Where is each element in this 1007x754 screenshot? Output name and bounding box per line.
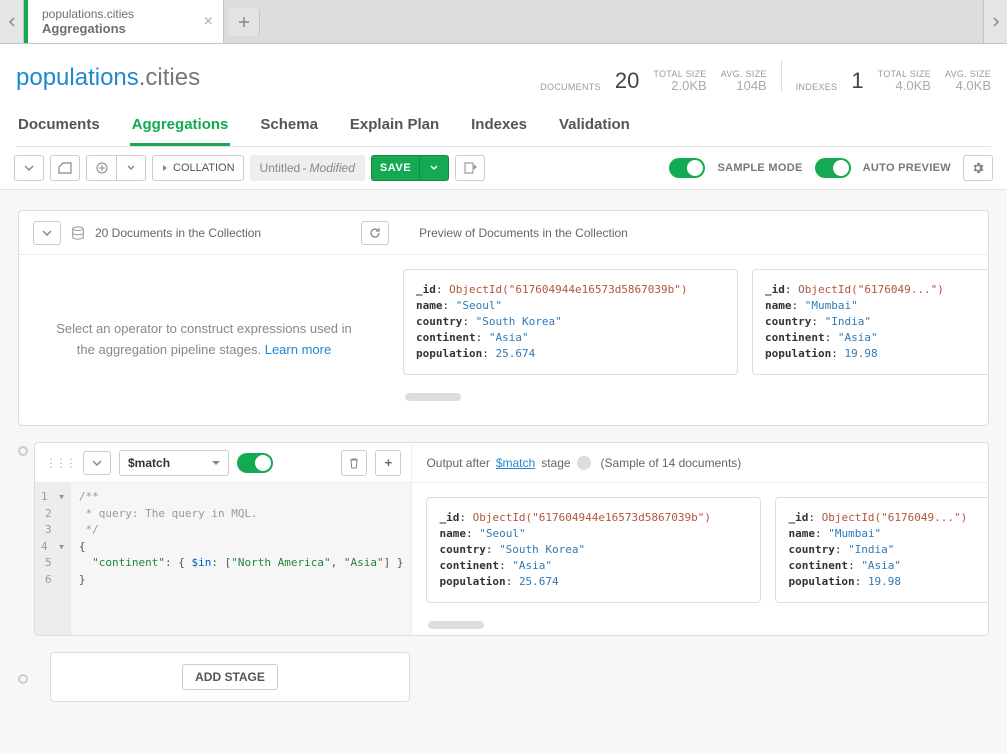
new-pipeline-menu[interactable] — [116, 155, 146, 181]
tab-namespace: populations.cities — [42, 7, 134, 21]
document-card: _id: ObjectId("6176049...") name: "Mumba… — [775, 497, 989, 603]
tab-aggregations[interactable]: Aggregations — [130, 110, 231, 146]
close-icon[interactable]: × — [204, 13, 213, 31]
horizontal-scrollbar[interactable] — [428, 621, 484, 629]
new-pipeline-button[interactable] — [86, 155, 116, 181]
source-preview-row: _id: ObjectId("617604944e16573d5867039b"… — [389, 255, 988, 425]
document-card: _id: ObjectId("617604944e16573d5867039b"… — [403, 269, 738, 375]
pipeline-stage: ⋮⋮⋮ $match + 1 ▾ — [34, 442, 989, 636]
delete-stage-button[interactable] — [341, 450, 367, 476]
preview-label: Preview of Documents in the Collection — [419, 226, 628, 240]
toggle-sidebar-button[interactable] — [14, 155, 44, 181]
save-group: SAVE — [371, 155, 449, 181]
stage-operator-select[interactable]: $match — [119, 450, 229, 476]
collation-button[interactable]: COLLATION — [152, 155, 244, 181]
tab-scroll-right[interactable] — [983, 0, 1007, 43]
stage-operator-link[interactable]: $match — [496, 456, 535, 470]
stat-indexes: INDEXES — [796, 82, 838, 92]
collapse-source-button[interactable] — [33, 221, 61, 245]
add-stage-button[interactable]: ADD STAGE — [182, 664, 278, 690]
settings-button[interactable] — [963, 155, 993, 181]
collapse-stage-button[interactable] — [83, 451, 111, 475]
stat-total-size: TOTAL SIZE 2.0KB — [653, 69, 706, 92]
stage-rail — [18, 670, 28, 684]
save-menu-button[interactable] — [419, 155, 449, 181]
save-button[interactable]: SAVE — [371, 155, 419, 181]
stat-avg-size: AVG. SIZE 104B — [721, 69, 767, 92]
add-stage-panel: ADD STAGE — [50, 652, 410, 702]
document-card: _id: ObjectId("6176049...") name: "Mumba… — [752, 269, 988, 375]
stage-rail — [18, 442, 28, 636]
horizontal-scrollbar[interactable] — [405, 393, 461, 401]
database-icon — [71, 226, 85, 240]
open-pipeline-button[interactable] — [50, 155, 80, 181]
stage-editor[interactable]: 1 ▾ 2 3 4 ▾ 5 6 /** * query: The query i… — [35, 483, 411, 635]
new-pipeline-group — [86, 155, 146, 181]
tab-explain-plan[interactable]: Explain Plan — [348, 110, 441, 146]
stat-idx-avg-size: AVG. SIZE 4.0KB — [945, 69, 991, 92]
stage-enabled-toggle[interactable] — [237, 453, 273, 473]
source-documents-card: 20 Documents in the Collection Preview o… — [18, 210, 989, 426]
stat-indexes-value: 1 — [851, 70, 863, 92]
tab-schema[interactable]: Schema — [258, 110, 320, 146]
trash-icon — [348, 457, 360, 469]
stat-documents-value: 20 — [615, 70, 639, 92]
auto-preview-label: AUTO PREVIEW — [863, 162, 951, 174]
drag-handle[interactable]: ⋮⋮⋮ — [45, 456, 75, 470]
tab-documents[interactable]: Documents — [16, 110, 102, 146]
export-button[interactable] — [455, 155, 485, 181]
new-tab-button[interactable] — [228, 8, 260, 36]
pipeline-name: Untitled- Modified — [250, 155, 365, 181]
stage-output-header: Output after $match stage (Sample of 14 … — [412, 443, 989, 483]
tab-section: Aggregations — [42, 21, 134, 37]
stage-output-row: _id: ObjectId("617604944e16573d5867039b"… — [412, 483, 989, 635]
tab-active[interactable]: populations.cities Aggregations × — [24, 0, 224, 43]
learn-more-link[interactable]: Learn more — [265, 342, 331, 357]
add-stage-after-button[interactable]: + — [375, 450, 401, 476]
document-card: _id: ObjectId("617604944e16573d5867039b"… — [426, 497, 761, 603]
sample-mode-label: SAMPLE MODE — [717, 162, 802, 174]
source-count-text: 20 Documents in the Collection — [95, 226, 261, 240]
gear-icon — [971, 161, 985, 175]
sample-mode-toggle[interactable] — [669, 158, 705, 178]
auto-preview-toggle[interactable] — [815, 158, 851, 178]
collection-namespace: populations.cities — [16, 64, 200, 92]
tab-indexes[interactable]: Indexes — [469, 110, 529, 146]
info-icon[interactable] — [577, 456, 591, 470]
tab-scroll-left[interactable] — [0, 0, 24, 43]
stat-idx-total-size: TOTAL SIZE 4.0KB — [878, 69, 931, 92]
tab-validation[interactable]: Validation — [557, 110, 632, 146]
refresh-button[interactable] — [361, 221, 389, 245]
stat-documents: DOCUMENTS — [540, 82, 601, 92]
pipeline-hint: Select an operator to construct expressi… — [19, 255, 389, 425]
